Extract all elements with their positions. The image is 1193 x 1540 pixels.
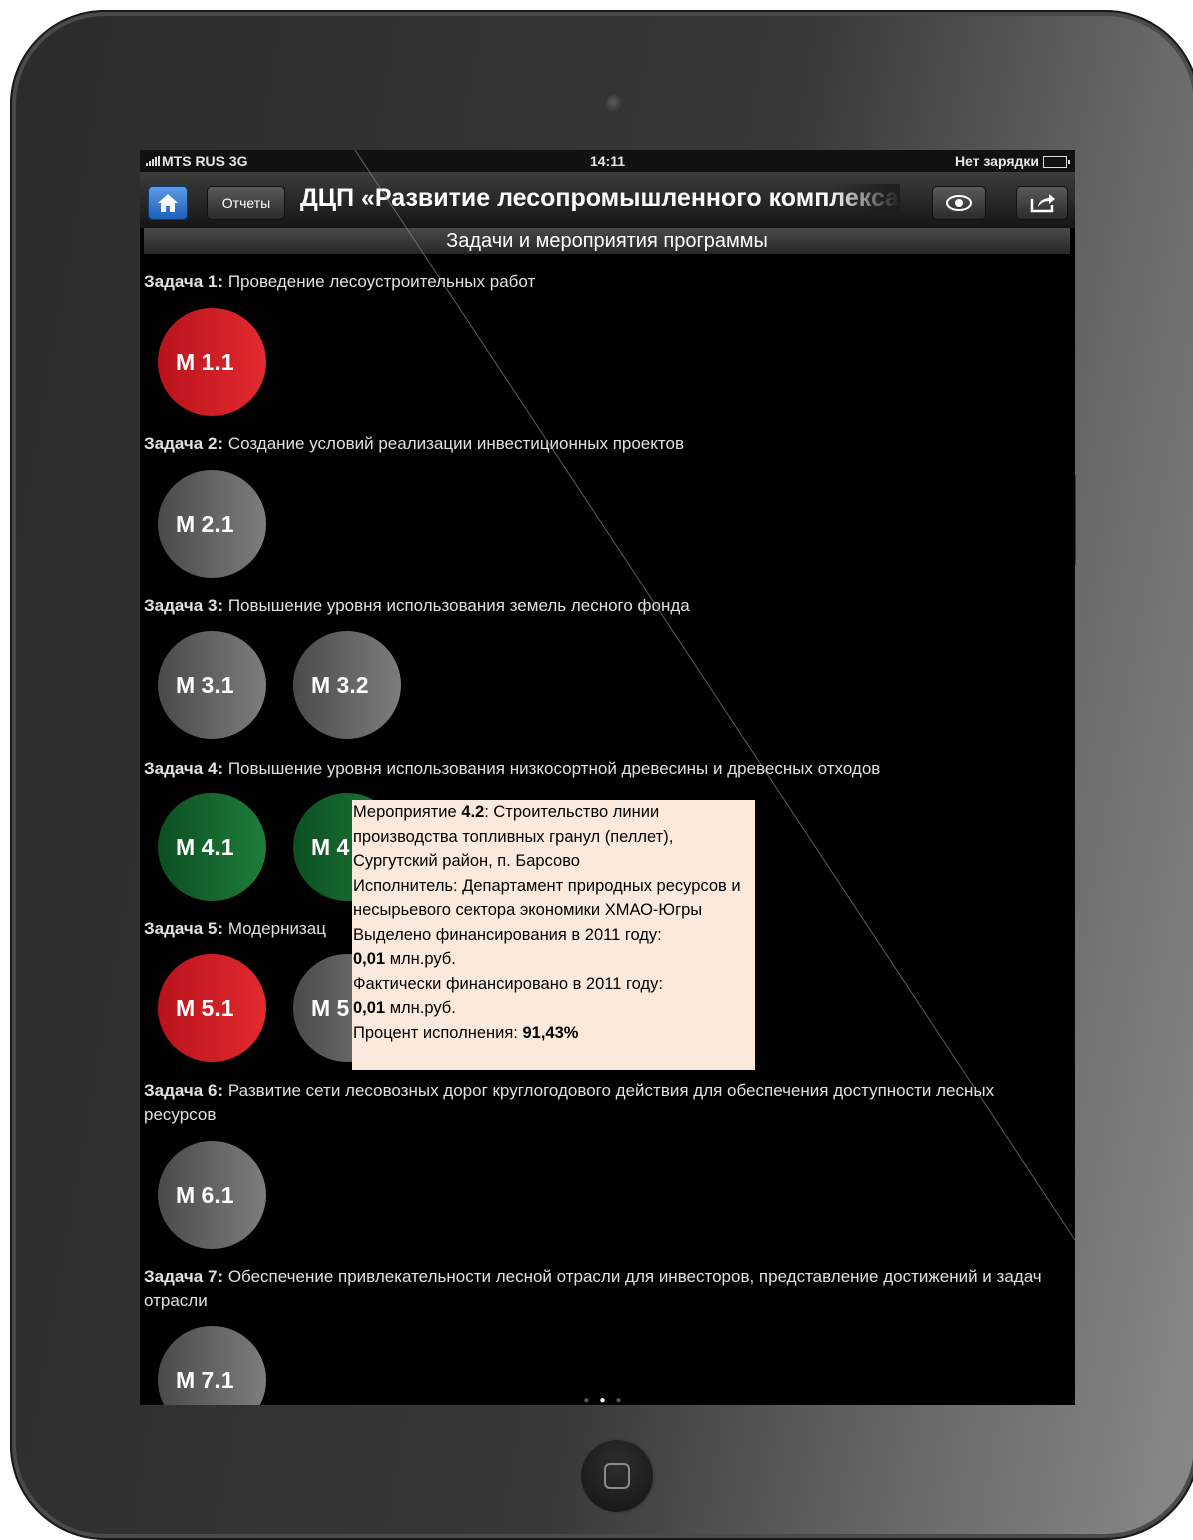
task-1-heading: Задача 1: Проведение лесоустроительных р… [144,270,1069,294]
page-title: ДЦП «Развитие лесопромышленного комплекс… [300,184,900,213]
app-screen: MTS RUS 3G 14:11 Нет зарядки Отчеты ДЦП … [140,150,1075,1405]
battery-icon [1043,156,1070,169]
task-label: Задача 3: [144,596,224,615]
measure-tooltip: Мероприятие 4.2: Строительство линии про… [352,800,755,1070]
tooltip-measure-number: 4.2 [461,803,485,821]
task-7-heading: Задача 7: Обеспечение привлекательности … [144,1265,1069,1313]
measure-7-1[interactable]: М 7.1 [158,1326,266,1405]
share-button[interactable] [1016,186,1068,220]
view-button[interactable] [932,186,986,220]
navigation-bar: Отчеты ДЦП «Развитие лесопромышленного к… [140,172,1075,228]
tooltip-allocated-label: Выделено финансирования в 2011 году: [353,925,662,944]
task-text: Повышение уровня использования земель ле… [227,596,690,615]
section-header: Задачи и мероприятия программы [144,228,1070,254]
task-3-heading: Задача 3: Повышение уровня использования… [144,594,1069,618]
measure-6-1[interactable]: М 6.1 [158,1141,266,1249]
page-dot: ● [583,1395,600,1405]
tooltip-actual: 0,01 млн.руб. [353,996,755,1021]
task-label: Задача 6: [144,1081,224,1100]
eye-icon [946,195,972,211]
home-square-icon [604,1463,630,1489]
battery-status: Нет зарядки [954,153,1070,169]
task-text: Модернизац [227,919,326,938]
task-text: Развитие сети лесовозных дорог круглогод… [144,1081,995,1124]
tooltip-title: Мероприятие 4.2: Строительство линии про… [353,800,755,874]
task-text: Повышение уровня использования низкосорт… [227,759,881,778]
tooltip-percent-value: 91,43% [522,1023,579,1042]
task-text: Обеспечение привлекательности лесной отр… [144,1267,1042,1310]
reports-button[interactable]: Отчеты [207,186,285,220]
camera-icon [606,95,624,113]
clock: 14:11 [589,153,626,169]
measure-3-1[interactable]: М 3.1 [158,631,266,739]
measure-3-2[interactable]: М 3.2 [293,631,401,739]
tooltip-percent-label: Процент исполнения: [353,1023,523,1042]
measure-4-1[interactable]: М 4.1 [158,793,266,901]
measure-5-1[interactable]: М 5.1 [158,954,266,1062]
tooltip-actual-value: 0,01 [353,999,386,1017]
task-text: Создание условий реализации инвестиционн… [227,434,684,453]
task-label: Задача 4: [144,759,224,778]
tooltip-allocated-value: 0,01 [353,950,386,968]
home-icon [158,194,178,212]
status-bar: MTS RUS 3G 14:11 Нет зарядки [140,150,1075,172]
page-dot-active: ● [599,1395,616,1405]
share-icon [1030,194,1055,213]
home-button[interactable] [148,186,188,220]
measure-2-1[interactable]: М 2.1 [158,470,266,578]
task-label: Задача 7: [144,1267,224,1286]
tooltip-actual-label: Фактически финансировано в 2011 году: [353,974,663,993]
tooltip-title-prefix: Мероприятие [353,803,462,821]
tooltip-actual-unit: млн.руб. [385,999,456,1017]
page-indicator[interactable]: ●●● [140,1395,1075,1405]
tooltip-executor: Исполнитель: Департамент природных ресур… [353,876,741,920]
hardware-home-button[interactable] [581,1440,653,1512]
tooltip-allocated: 0,01 млн.руб. [353,947,755,972]
page-dot: ● [615,1395,632,1405]
task-label: Задача 2: [144,434,224,453]
tooltip-allocated-unit: млн.руб. [385,950,456,968]
task-text: Проведение лесоустроительных работ [227,272,536,291]
task-2-heading: Задача 2: Создание условий реализации ин… [144,432,1069,456]
tooltip-percent: Процент исполнения: 91,43% [353,1021,755,1046]
task-label: Задача 5: [144,919,224,938]
task-6-heading: Задача 6: Развитие сети лесовозных дорог… [144,1079,1069,1127]
title-fade [830,184,900,213]
measure-1-1[interactable]: М 1.1 [158,308,266,416]
battery-text: Нет зарядки [954,153,1039,169]
page-title-text: ДЦП «Развитие лесопромышленного комплекс… [300,184,900,212]
task-4-heading: Задача 4: Повышение уровня использования… [144,757,1069,781]
task-label: Задача 1: [144,272,224,291]
